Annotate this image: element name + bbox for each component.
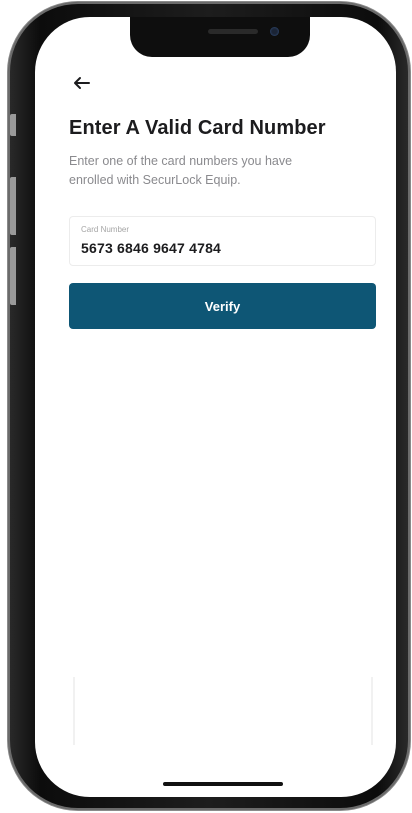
phone-screen: Enter A Valid Card Number Enter one of t…: [35, 17, 396, 797]
card-number-field[interactable]: Card Number 5673 6846 9647 4784: [69, 216, 376, 266]
page-subtitle: Enter one of the card numbers you have e…: [69, 154, 293, 187]
earpiece-speaker: [208, 29, 258, 34]
front-camera: [270, 27, 279, 36]
volume-up-button: [10, 177, 16, 235]
back-button[interactable]: [71, 72, 93, 94]
page-title: Enter A Valid Card Number: [69, 117, 326, 139]
card-number-label: Card Number: [81, 225, 130, 234]
volume-down-button: [10, 247, 16, 305]
card-number-value[interactable]: 5673 6846 9647 4784: [81, 240, 221, 256]
verify-button[interactable]: Verify: [69, 283, 376, 329]
home-indicator[interactable]: [163, 782, 283, 786]
notch: [130, 17, 310, 57]
keyboard-area: [73, 677, 373, 745]
mute-switch: [10, 114, 16, 136]
arrow-left-icon: [71, 72, 93, 94]
phone-frame: Enter A Valid Card Number Enter one of t…: [8, 2, 410, 810]
